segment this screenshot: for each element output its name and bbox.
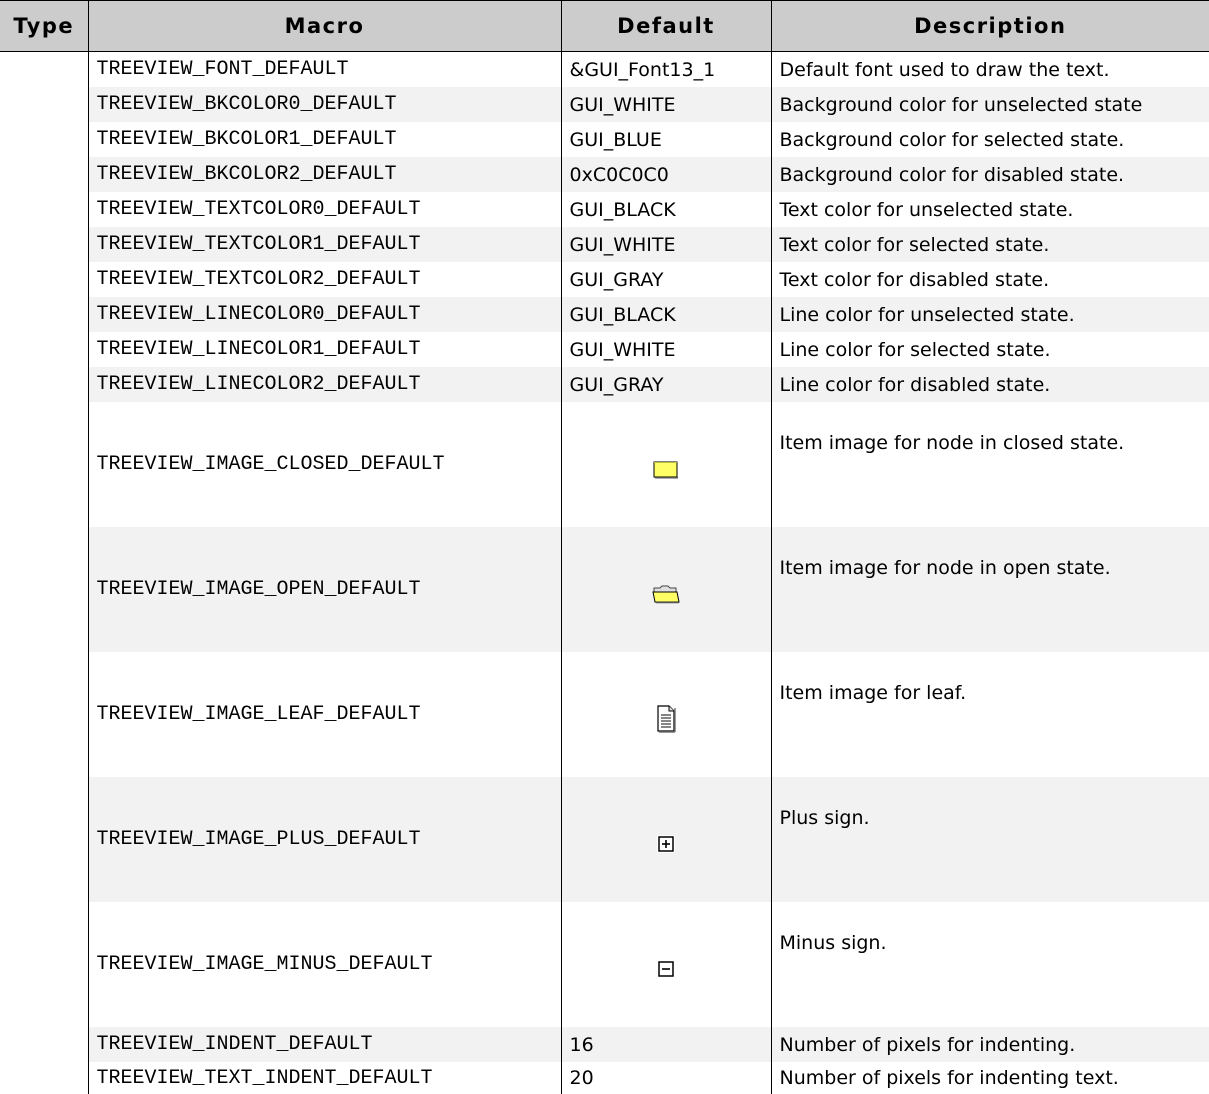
- default-cell: GUI_WHITE: [560, 332, 771, 367]
- header-description: Description: [770, 0, 1209, 52]
- type-cell: [0, 402, 88, 527]
- description-cell: Line color for selected state.: [770, 332, 1209, 367]
- type-cell: [0, 192, 88, 227]
- description-cell: Text color for unselected state.: [770, 192, 1209, 227]
- default-cell: [560, 402, 771, 527]
- type-cell: [0, 262, 88, 297]
- minus-sign-icon: [656, 959, 676, 984]
- type-cell: [0, 51, 88, 87]
- type-cell: [0, 297, 88, 332]
- table-row: TREEVIEW_TEXTCOLOR2_DEFAULT GUI_GRAY Tex…: [0, 262, 1209, 297]
- default-cell: 20: [560, 1062, 771, 1094]
- description-cell: Text color for disabled state.: [770, 262, 1209, 297]
- table-row: TREEVIEW_FONT_DEFAULT &GUI_Font13_1 Defa…: [0, 51, 1209, 87]
- type-cell: [0, 332, 88, 367]
- description-cell: Background color for selected state.: [770, 122, 1209, 157]
- macro-cell: TREEVIEW_IMAGE_CLOSED_DEFAULT: [87, 402, 561, 527]
- default-cell: [560, 527, 771, 652]
- header-macro: Macro: [87, 0, 562, 52]
- table-row: TREEVIEW_LINECOLOR2_DEFAULT GUI_GRAY Lin…: [0, 367, 1209, 402]
- table-row: TREEVIEW_BKCOLOR1_DEFAULT GUI_BLUE Backg…: [0, 122, 1209, 157]
- table-row: TREEVIEW_IMAGE_MINUS_DEFAULT Minus sign.: [0, 902, 1209, 1027]
- type-cell: [0, 777, 88, 902]
- type-cell: [0, 227, 88, 262]
- table-row: TREEVIEW_BKCOLOR2_DEFAULT 0xC0C0C0 Backg…: [0, 157, 1209, 192]
- table-row: TREEVIEW_LINECOLOR1_DEFAULT GUI_WHITE Li…: [0, 332, 1209, 367]
- default-cell: GUI_WHITE: [560, 87, 771, 122]
- default-cell: [560, 902, 771, 1027]
- macro-cell: TREEVIEW_LINECOLOR1_DEFAULT: [87, 332, 561, 367]
- table-row: TREEVIEW_IMAGE_PLUS_DEFAULT Plus sign.: [0, 777, 1209, 902]
- macro-cell: TREEVIEW_IMAGE_PLUS_DEFAULT: [87, 777, 561, 902]
- macro-cell: TREEVIEW_IMAGE_OPEN_DEFAULT: [87, 527, 561, 652]
- description-cell: Number of pixels for indenting text.: [770, 1062, 1209, 1094]
- type-cell: [0, 527, 88, 652]
- type-cell: [0, 122, 88, 157]
- default-cell: GUI_BLUE: [560, 122, 771, 157]
- default-cell: 0xC0C0C0: [560, 157, 771, 192]
- default-cell: &GUI_Font13_1: [560, 51, 771, 87]
- table-row: TREEVIEW_INDENT_DEFAULT 16 Number of pix…: [0, 1027, 1209, 1062]
- type-cell: [0, 157, 88, 192]
- default-cell: [560, 652, 771, 777]
- macro-cell: TREEVIEW_IMAGE_LEAF_DEFAULT: [87, 652, 561, 777]
- macro-cell: TREEVIEW_TEXTCOLOR2_DEFAULT: [87, 262, 561, 297]
- macro-cell: TREEVIEW_BKCOLOR2_DEFAULT: [87, 157, 561, 192]
- macro-cell: TREEVIEW_TEXTCOLOR1_DEFAULT: [87, 227, 561, 262]
- macro-cell: TREEVIEW_TEXTCOLOR0_DEFAULT: [87, 192, 561, 227]
- macro-cell: TREEVIEW_FONT_DEFAULT: [87, 51, 561, 87]
- description-cell: Background color for disabled state.: [770, 157, 1209, 192]
- table-row: TREEVIEW_TEXT_INDENT_DEFAULT 20 Number o…: [0, 1062, 1209, 1094]
- leaf-document-icon: [656, 705, 676, 738]
- description-cell: Text color for selected state.: [770, 227, 1209, 262]
- description-cell: Background color for unselected state: [770, 87, 1209, 122]
- type-cell: [0, 1062, 88, 1094]
- default-cell: [560, 777, 771, 902]
- header-default: Default: [560, 0, 772, 52]
- table-row: TREEVIEW_IMAGE_CLOSED_DEFAULT Item image…: [0, 402, 1209, 527]
- closed-folder-icon: [653, 459, 679, 484]
- macro-cell: TREEVIEW_LINECOLOR0_DEFAULT: [87, 297, 561, 332]
- description-cell: Plus sign.: [770, 777, 1209, 902]
- macro-cell: TREEVIEW_LINECOLOR2_DEFAULT: [87, 367, 561, 402]
- description-cell: Item image for leaf.: [770, 652, 1209, 777]
- macro-cell: TREEVIEW_BKCOLOR0_DEFAULT: [87, 87, 561, 122]
- plus-sign-icon: [656, 834, 676, 859]
- configuration-table: Type Macro Default Description TREEVIEW_…: [0, 0, 1209, 1094]
- header-type: Type: [0, 0, 89, 52]
- header-row: Type Macro Default Description: [0, 0, 1209, 52]
- type-cell: [0, 87, 88, 122]
- type-cell: [0, 902, 88, 1027]
- macro-cell: TREEVIEW_IMAGE_MINUS_DEFAULT: [87, 902, 561, 1027]
- default-cell: GUI_GRAY: [560, 367, 771, 402]
- open-folder-icon: [652, 584, 680, 609]
- description-cell: Line color for disabled state.: [770, 367, 1209, 402]
- description-cell: Line color for unselected state.: [770, 297, 1209, 332]
- default-cell: 16: [560, 1027, 771, 1062]
- macro-cell: TREEVIEW_TEXT_INDENT_DEFAULT: [87, 1062, 561, 1094]
- description-cell: Item image for node in open state.: [770, 527, 1209, 652]
- table-row: TREEVIEW_IMAGE_OPEN_DEFAULT Item image f…: [0, 527, 1209, 652]
- description-cell: Number of pixels for indenting.: [770, 1027, 1209, 1062]
- type-cell: [0, 652, 88, 777]
- table-row: TREEVIEW_BKCOLOR0_DEFAULT GUI_WHITE Back…: [0, 87, 1209, 122]
- table-row: TREEVIEW_LINECOLOR0_DEFAULT GUI_BLACK Li…: [0, 297, 1209, 332]
- macro-cell: TREEVIEW_BKCOLOR1_DEFAULT: [87, 122, 561, 157]
- table-row: TREEVIEW_TEXTCOLOR0_DEFAULT GUI_BLACK Te…: [0, 192, 1209, 227]
- default-cell: GUI_BLACK: [560, 297, 771, 332]
- default-cell: GUI_BLACK: [560, 192, 771, 227]
- type-cell: [0, 367, 88, 402]
- description-cell: Minus sign.: [770, 902, 1209, 1027]
- default-cell: GUI_WHITE: [560, 227, 771, 262]
- table-row: TREEVIEW_IMAGE_LEAF_DEFAULT Item image f…: [0, 652, 1209, 777]
- type-cell: [0, 1027, 88, 1062]
- default-cell: GUI_GRAY: [560, 262, 771, 297]
- table-row: TREEVIEW_TEXTCOLOR1_DEFAULT GUI_WHITE Te…: [0, 227, 1209, 262]
- description-cell: Item image for node in closed state.: [770, 402, 1209, 527]
- macro-cell: TREEVIEW_INDENT_DEFAULT: [87, 1027, 561, 1062]
- description-cell: Default font used to draw the text.: [770, 51, 1209, 87]
